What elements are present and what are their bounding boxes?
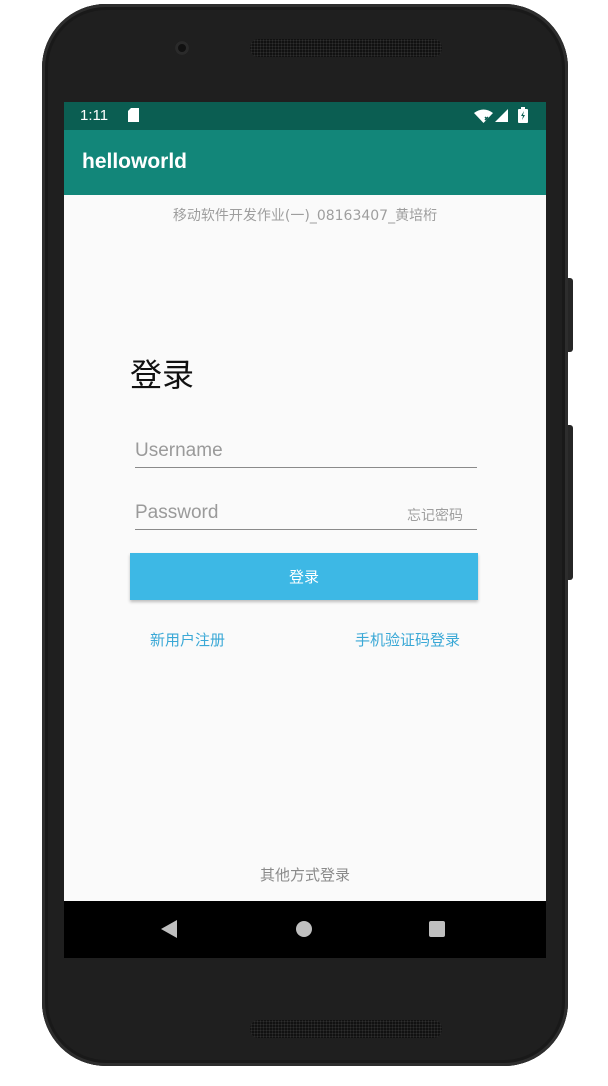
app-title: helloworld [82, 150, 187, 173]
password-field: 忘记密码 [135, 495, 477, 530]
status-bar: 1:11 [64, 102, 546, 130]
sd-card-icon [128, 108, 139, 122]
recents-icon[interactable] [429, 921, 445, 937]
earpiece-speaker [250, 39, 442, 57]
signal-icon [495, 109, 508, 122]
back-icon[interactable] [161, 920, 177, 938]
front-camera [175, 41, 189, 55]
username-field [135, 433, 477, 468]
navigation-bar [64, 901, 546, 958]
bottom-speaker [250, 1020, 442, 1038]
login-button[interactable]: 登录 [130, 553, 478, 600]
forgot-password-link[interactable]: 忘记密码 [407, 505, 463, 525]
login-heading: 登录 [130, 356, 195, 394]
app-bar: helloworld [64, 130, 546, 195]
username-input[interactable] [135, 437, 385, 465]
other-login-link[interactable]: 其他方式登录 [64, 864, 546, 885]
password-input[interactable] [135, 499, 385, 527]
screen: 1:11 helloworld 移动软件开发作业(一)_08163407_黄培桁… [64, 102, 546, 958]
sms-login-link[interactable]: 手机验证码登录 [355, 629, 460, 650]
status-time: 1:11 [80, 107, 109, 124]
power-button [568, 278, 573, 352]
battery-icon [518, 107, 528, 123]
assignment-subtitle: 移动软件开发作业(一)_08163407_黄培桁 [172, 208, 438, 224]
wifi-icon [474, 109, 493, 123]
volume-button [568, 425, 573, 580]
home-icon[interactable] [296, 921, 312, 937]
register-link[interactable]: 新用户注册 [150, 629, 225, 650]
